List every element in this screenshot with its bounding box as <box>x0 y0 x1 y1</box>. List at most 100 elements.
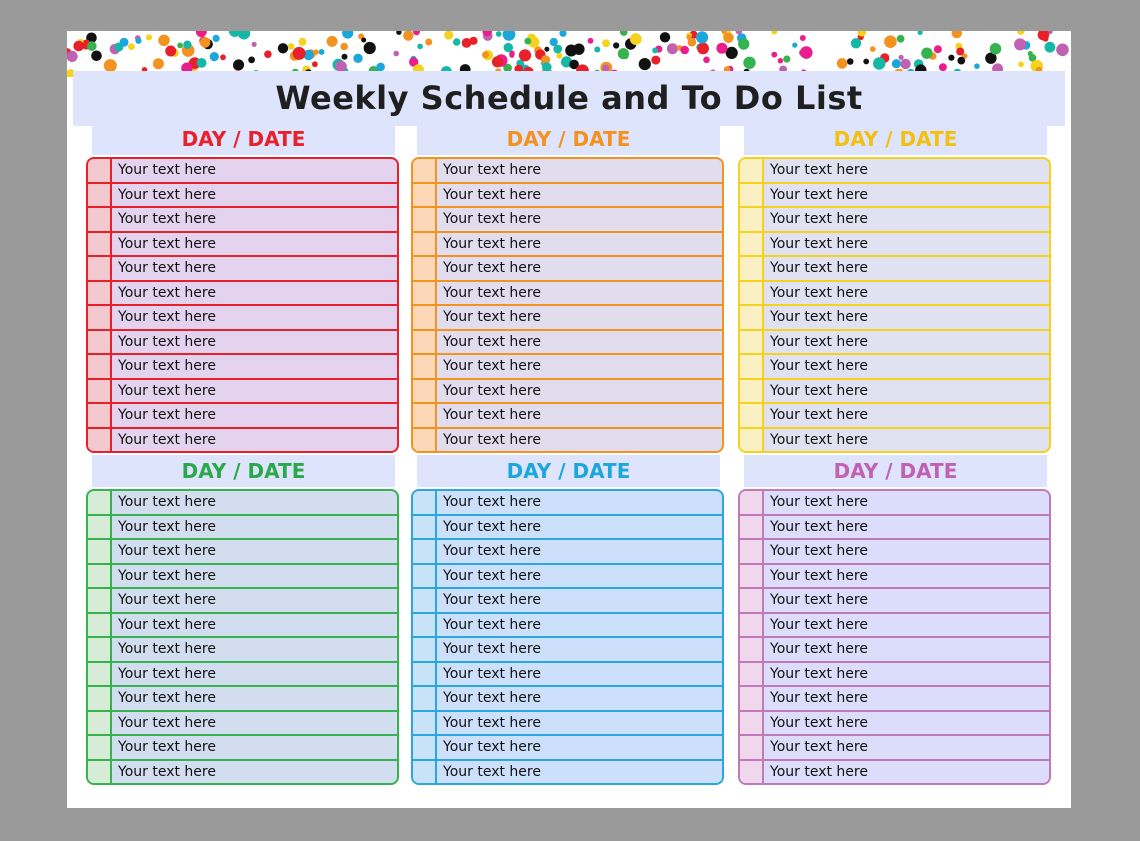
todo-text-field[interactable]: Your text here <box>112 712 397 735</box>
todo-text-field[interactable]: Your text here <box>437 614 722 637</box>
todo-text-field[interactable]: Your text here <box>112 331 397 354</box>
checkbox-square[interactable] <box>413 306 437 329</box>
checkbox-square[interactable] <box>740 306 764 329</box>
todo-text-field[interactable]: Your text here <box>437 233 722 256</box>
todo-text-field[interactable]: Your text here <box>437 208 722 231</box>
todo-text-field[interactable]: Your text here <box>112 687 397 710</box>
checkbox-square[interactable] <box>413 379 437 402</box>
checkbox-square[interactable] <box>413 564 437 587</box>
checkbox-square[interactable] <box>740 711 764 734</box>
todo-text-field[interactable]: Your text here <box>764 355 1049 378</box>
checkbox-square[interactable] <box>88 281 112 304</box>
checkbox-square[interactable] <box>88 257 112 280</box>
checkbox-square[interactable] <box>740 760 764 783</box>
checkbox-square[interactable] <box>413 760 437 783</box>
todo-text-field[interactable]: Your text here <box>764 208 1049 231</box>
checkbox-square[interactable] <box>740 404 764 427</box>
checkbox-square[interactable] <box>88 404 112 427</box>
checkbox-square[interactable] <box>88 208 112 231</box>
todo-text-field[interactable]: Your text here <box>764 736 1049 759</box>
todo-text-field[interactable]: Your text here <box>437 404 722 427</box>
checkbox-square[interactable] <box>88 564 112 587</box>
checkbox-square[interactable] <box>740 491 764 514</box>
todo-text-field[interactable]: Your text here <box>437 491 722 514</box>
checkbox-square[interactable] <box>740 183 764 206</box>
todo-text-field[interactable]: Your text here <box>764 331 1049 354</box>
checkbox-square[interactable] <box>88 515 112 538</box>
checkbox-square[interactable] <box>740 662 764 685</box>
todo-text-field[interactable]: Your text here <box>437 159 722 182</box>
checkbox-square[interactable] <box>740 564 764 587</box>
checkbox-square[interactable] <box>740 330 764 353</box>
todo-text-field[interactable]: Your text here <box>112 208 397 231</box>
todo-text-field[interactable]: Your text here <box>764 589 1049 612</box>
todo-text-field[interactable]: Your text here <box>112 663 397 686</box>
checkbox-square[interactable] <box>413 540 437 563</box>
checkbox-square[interactable] <box>88 711 112 734</box>
checkbox-square[interactable] <box>413 638 437 661</box>
todo-text-field[interactable]: Your text here <box>112 565 397 588</box>
todo-text-field[interactable]: Your text here <box>112 159 397 182</box>
todo-text-field[interactable]: Your text here <box>112 589 397 612</box>
todo-text-field[interactable]: Your text here <box>112 380 397 403</box>
todo-text-field[interactable]: Your text here <box>764 306 1049 329</box>
todo-text-field[interactable]: Your text here <box>112 282 397 305</box>
todo-text-field[interactable]: Your text here <box>764 761 1049 784</box>
todo-text-field[interactable]: Your text here <box>437 355 722 378</box>
checkbox-square[interactable] <box>88 736 112 759</box>
checkbox-square[interactable] <box>88 330 112 353</box>
todo-text-field[interactable]: Your text here <box>112 540 397 563</box>
checkbox-square[interactable] <box>740 379 764 402</box>
checkbox-square[interactable] <box>740 736 764 759</box>
day-date-header[interactable]: DAY / DATE <box>92 123 395 155</box>
checkbox-square[interactable] <box>413 159 437 182</box>
todo-text-field[interactable]: Your text here <box>764 491 1049 514</box>
todo-text-field[interactable]: Your text here <box>764 516 1049 539</box>
checkbox-square[interactable] <box>740 515 764 538</box>
todo-text-field[interactable]: Your text here <box>112 761 397 784</box>
todo-text-field[interactable]: Your text here <box>437 429 722 452</box>
todo-text-field[interactable]: Your text here <box>764 614 1049 637</box>
checkbox-square[interactable] <box>740 208 764 231</box>
todo-text-field[interactable]: Your text here <box>437 516 722 539</box>
checkbox-square[interactable] <box>740 257 764 280</box>
checkbox-square[interactable] <box>740 355 764 378</box>
checkbox-square[interactable] <box>413 355 437 378</box>
todo-text-field[interactable]: Your text here <box>437 638 722 661</box>
checkbox-square[interactable] <box>413 711 437 734</box>
checkbox-square[interactable] <box>413 232 437 255</box>
checkbox-square[interactable] <box>88 491 112 514</box>
checkbox-square[interactable] <box>88 662 112 685</box>
todo-text-field[interactable]: Your text here <box>112 404 397 427</box>
day-date-header[interactable]: DAY / DATE <box>744 123 1047 155</box>
todo-text-field[interactable]: Your text here <box>437 257 722 280</box>
day-date-header[interactable]: DAY / DATE <box>417 123 720 155</box>
checkbox-square[interactable] <box>740 232 764 255</box>
todo-text-field[interactable]: Your text here <box>112 491 397 514</box>
checkbox-square[interactable] <box>88 183 112 206</box>
checkbox-square[interactable] <box>740 613 764 636</box>
todo-text-field[interactable]: Your text here <box>764 282 1049 305</box>
todo-text-field[interactable]: Your text here <box>764 380 1049 403</box>
todo-text-field[interactable]: Your text here <box>112 306 397 329</box>
todo-text-field[interactable]: Your text here <box>764 184 1049 207</box>
checkbox-square[interactable] <box>740 687 764 710</box>
checkbox-square[interactable] <box>413 515 437 538</box>
todo-text-field[interactable]: Your text here <box>112 429 397 452</box>
todo-text-field[interactable]: Your text here <box>437 589 722 612</box>
checkbox-square[interactable] <box>88 638 112 661</box>
todo-text-field[interactable]: Your text here <box>437 663 722 686</box>
todo-text-field[interactable]: Your text here <box>437 331 722 354</box>
todo-text-field[interactable]: Your text here <box>112 257 397 280</box>
checkbox-square[interactable] <box>413 687 437 710</box>
todo-text-field[interactable]: Your text here <box>764 429 1049 452</box>
checkbox-square[interactable] <box>413 208 437 231</box>
day-date-header[interactable]: DAY / DATE <box>92 455 395 487</box>
checkbox-square[interactable] <box>88 613 112 636</box>
checkbox-square[interactable] <box>413 613 437 636</box>
todo-text-field[interactable]: Your text here <box>437 282 722 305</box>
todo-text-field[interactable]: Your text here <box>764 233 1049 256</box>
todo-text-field[interactable]: Your text here <box>764 257 1049 280</box>
todo-text-field[interactable]: Your text here <box>437 712 722 735</box>
todo-text-field[interactable]: Your text here <box>437 736 722 759</box>
